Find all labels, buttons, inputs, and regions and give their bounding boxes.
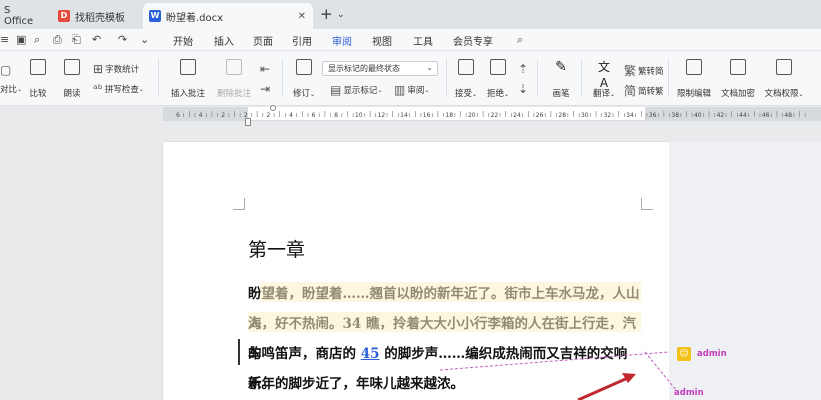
- comment-connector: [439, 351, 677, 400]
- app-window: S Office D 找稻壳模板 W 盼望着.docx ✕ + ⌄ ≡ ▣ ⌕ …: [0, 0, 821, 400]
- comment-author: admin: [697, 349, 727, 359]
- avatar: ☺: [677, 347, 691, 361]
- comment-author: admin: [674, 388, 704, 398]
